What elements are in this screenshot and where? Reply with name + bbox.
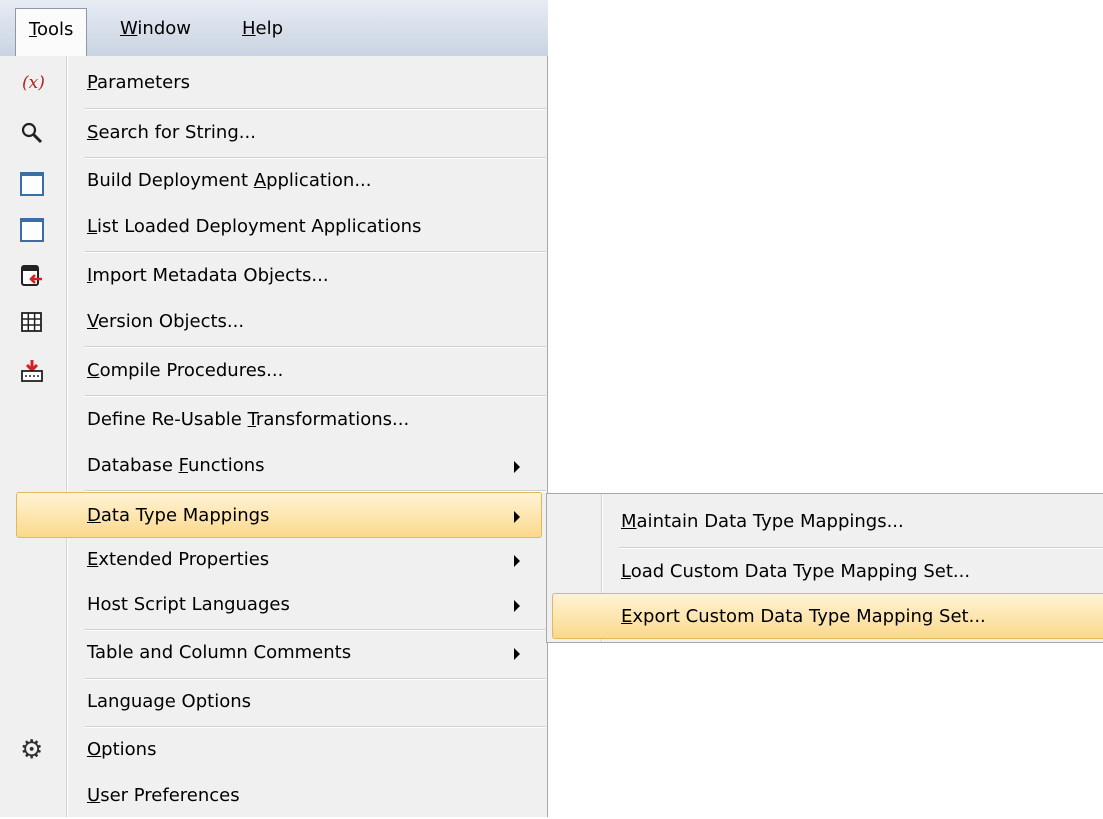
menu-window[interactable]: Window <box>107 8 204 49</box>
search-icon <box>20 121 44 145</box>
menu-item-table-and-column-comments[interactable]: Table and Column Comments <box>0 630 546 676</box>
menu-window-accel: W <box>120 18 138 39</box>
menu-item-label: Parameters <box>87 72 191 93</box>
import-icon <box>20 264 44 288</box>
grid-icon <box>20 310 44 334</box>
menu-item-label: Build Deployment Application... <box>87 170 372 191</box>
menu-item-label: Extended Properties <box>87 549 270 570</box>
menu-item-label: Define Re-Usable Transformations... <box>87 409 410 430</box>
submenu-arrow-icon <box>514 511 520 523</box>
menu-tools-accel: T <box>29 19 37 40</box>
menu-item-language-options[interactable]: Language Options <box>0 679 546 725</box>
menu-item-extended-properties[interactable]: Extended Properties <box>0 537 546 583</box>
menu-item-label: Host Script Languages <box>87 594 290 615</box>
parameters-icon: (x) <box>22 73 45 93</box>
submenu-arrow-icon <box>514 600 520 612</box>
menu-item-parameters[interactable]: (x) Parameters <box>0 60 546 106</box>
menu-item-label: Language Options <box>87 691 252 712</box>
menu-item-host-script-languages[interactable]: Host Script Languages <box>0 582 546 628</box>
window-icon <box>20 218 44 242</box>
menu-item-database-functions[interactable]: Database Functions <box>0 443 546 489</box>
gear-icon: ⚙ <box>20 735 44 765</box>
submenu-arrow-icon <box>514 555 520 567</box>
menu-item-label: Table and Column Comments <box>87 642 352 663</box>
submenu-arrow-icon <box>514 461 520 473</box>
menu-item-search-for-string[interactable]: Search for String... <box>0 110 546 156</box>
menu-item-label: Maintain Data Type Mappings... <box>621 511 904 532</box>
menu-tools-label: ools <box>36 19 74 40</box>
menu-item-label: Options <box>87 739 157 760</box>
submenu-item-load-custom-data-type-mapping-set[interactable]: Load Custom Data Type Mapping Set... <box>547 549 1103 595</box>
menu-item-label: Search for String... <box>87 122 256 143</box>
menu-item-version-objects[interactable]: Version Objects... <box>0 299 546 345</box>
menu-item-list-loaded-deployment-applications[interactable]: List Loaded Deployment Applications <box>0 204 546 250</box>
menu-item-label: User Preferences <box>87 785 240 806</box>
menu-window-label: indow <box>137 18 191 39</box>
menu-help-label: elp <box>255 18 284 39</box>
tools-dropdown-menu: (x) Parameters Search for String... Buil… <box>0 56 548 817</box>
menu-item-build-deployment-application[interactable]: Build Deployment Application... <box>0 158 546 204</box>
submenu-item-maintain-data-type-mappings[interactable]: Maintain Data Type Mappings... <box>547 499 1103 545</box>
menu-item-user-preferences[interactable]: User Preferences <box>0 773 546 819</box>
menu-tools[interactable]: Tools <box>15 8 88 58</box>
menu-item-label: Import Metadata Objects... <box>87 265 329 286</box>
menu-item-label: Load Custom Data Type Mapping Set... <box>621 561 971 582</box>
menu-help[interactable]: Help <box>229 8 296 49</box>
menu-item-compile-procedures[interactable]: Compile Procedures... <box>0 348 546 394</box>
menu-item-data-type-mappings[interactable]: Data Type Mappings <box>16 492 542 538</box>
menu-item-label: Data Type Mappings <box>87 505 270 526</box>
window-icon <box>20 172 44 196</box>
menu-item-import-metadata-objects[interactable]: Import Metadata Objects... <box>0 253 546 299</box>
menu-bar: Tools Window Help <box>0 0 548 58</box>
compile-icon <box>20 359 44 383</box>
submenu-arrow-icon <box>514 648 520 660</box>
menu-item-label: Export Custom Data Type Mapping Set... <box>621 606 986 627</box>
menu-item-options[interactable]: ⚙ Options <box>0 727 546 773</box>
menu-item-label: Version Objects... <box>87 311 245 332</box>
menu-item-label: Compile Procedures... <box>87 360 284 381</box>
menu-help-accel: H <box>242 18 256 39</box>
submenu-item-export-custom-data-type-mapping-set[interactable]: Export Custom Data Type Mapping Set... <box>552 593 1103 639</box>
data-type-mappings-submenu: Maintain Data Type Mappings... Load Cust… <box>546 493 1103 643</box>
menu-item-label: Database Functions <box>87 455 265 476</box>
menu-item-label: List Loaded Deployment Applications <box>87 216 422 237</box>
menu-item-define-reusable-transformations[interactable]: Define Re-Usable Transformations... <box>0 397 546 443</box>
